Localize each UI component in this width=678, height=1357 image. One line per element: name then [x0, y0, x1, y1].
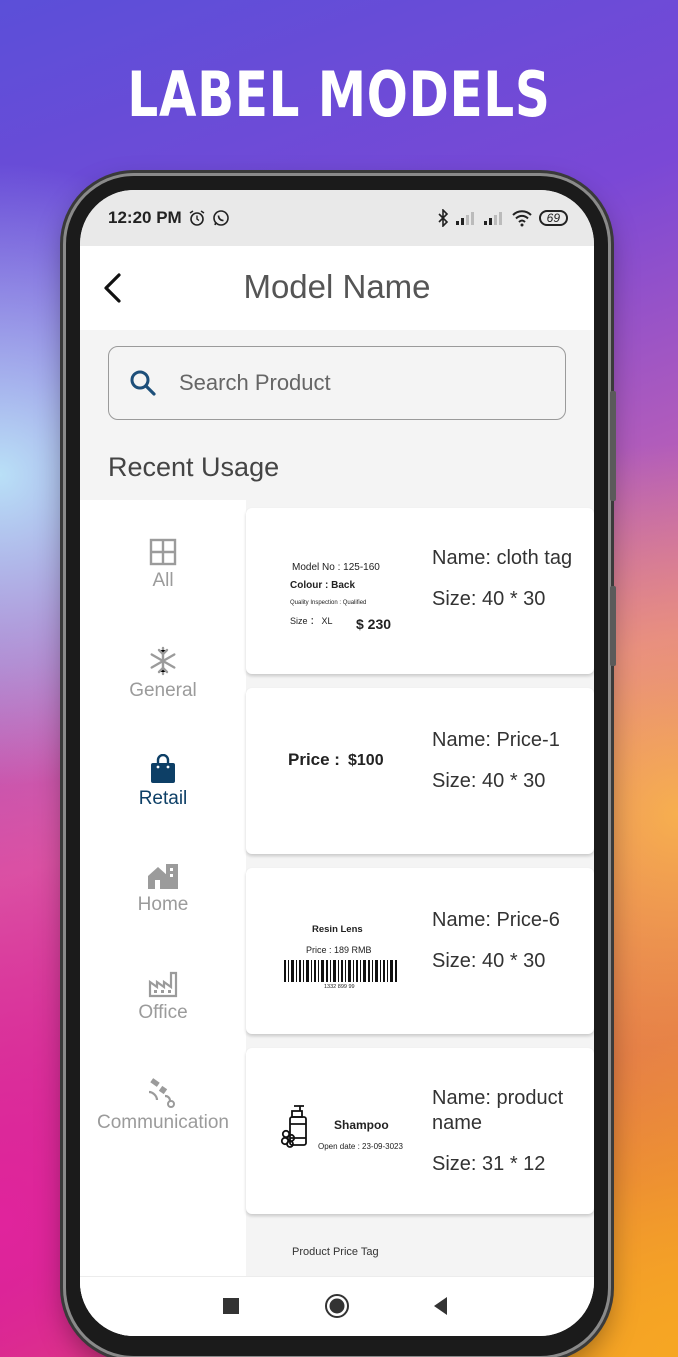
recents-square-icon[interactable] — [216, 1291, 246, 1321]
category-label: Communication — [97, 1112, 229, 1133]
label-preview: Resin Lens Price : 189 RMB 1332 899 99 — [266, 868, 436, 1034]
template-name: Name: Price-6 — [432, 909, 560, 931]
grid-icon — [149, 538, 177, 566]
page-title: Model Name — [243, 268, 431, 305]
power-button — [610, 586, 616, 666]
preview-price-label: Price : — [288, 750, 340, 769]
search-placeholder: Search Product — [179, 370, 331, 395]
signal-icon — [455, 212, 474, 225]
app-bar: Model Name — [80, 246, 594, 330]
template-size: Size: 40 * 30 — [432, 770, 546, 792]
bluetooth-icon — [438, 209, 448, 227]
category-office[interactable]: Office — [80, 970, 246, 1024]
status-bar: 12:20 PM 69 — [80, 190, 594, 246]
category-general[interactable]: General — [80, 646, 246, 702]
shopping-bag-icon — [151, 754, 175, 783]
back-triangle-icon[interactable] — [426, 1291, 456, 1321]
satellite-icon — [148, 1078, 175, 1108]
home-icon — [148, 864, 178, 889]
category-communication[interactable]: Communication — [80, 1078, 246, 1134]
category-label: Home — [137, 894, 189, 915]
recent-usage-title: Recent Usage — [108, 452, 280, 482]
home-circle-icon[interactable] — [322, 1291, 352, 1321]
signal-icon-2 — [483, 212, 502, 225]
template-name: Name: product name — [432, 1087, 564, 1134]
barcode-icon — [284, 960, 397, 982]
search-icon — [130, 370, 156, 396]
preview-price: Price : 189 RMB — [306, 945, 372, 955]
system-nav-bar — [80, 1276, 594, 1336]
preview-barcode-number: 1332 899 99 — [324, 984, 355, 990]
category-label: Office — [138, 1002, 188, 1023]
alarm-icon — [189, 210, 205, 226]
snowflake-icon — [150, 646, 176, 676]
factory-icon — [148, 971, 178, 998]
template-card-price-6[interactable]: Resin Lens Price : 189 RMB 1332 899 99 N… — [246, 868, 594, 1034]
wifi-icon — [511, 210, 532, 227]
label-preview: Price : $100 — [266, 688, 436, 854]
volume-button — [610, 391, 616, 501]
whatsapp-icon — [212, 210, 229, 226]
phone-frame: 12:20 PM 69 Model Name Search Product Re… — [66, 176, 616, 1356]
preview-model-no: Model No : 125-160 — [292, 562, 380, 573]
search-input[interactable]: Search Product — [108, 346, 566, 420]
category-sidebar: All General Retail Home Office Communica… — [80, 500, 246, 1336]
template-size: Size: 40 * 30 — [432, 588, 546, 610]
category-all[interactable]: All — [80, 538, 246, 592]
battery-indicator: 69 — [538, 210, 568, 226]
status-time: 12:20 PM — [108, 208, 182, 227]
preview-quality: Quality Inspection : Qualified — [290, 600, 367, 606]
template-card-product-name[interactable]: Shampoo Open date : 23-09-3023 Name: pro… — [246, 1048, 594, 1214]
label-preview: Shampoo Open date : 23-09-3023 — [266, 1048, 436, 1214]
partial-card-title: Product Price Tag — [292, 1246, 379, 1258]
template-size: Size: 40 * 30 — [432, 950, 546, 972]
category-retail[interactable]: Retail — [80, 754, 246, 810]
preview-title: Shampoo — [334, 1118, 389, 1132]
headline: LABEL MODELS — [127, 58, 551, 131]
category-label: All — [152, 570, 174, 591]
label-preview: Model No : 125-160 Colour : Back Quality… — [266, 508, 436, 674]
template-card-price-1[interactable]: Price : $100 Name: Price-1 Size: 40 * 30 — [246, 688, 594, 854]
category-label: General — [129, 680, 197, 701]
preview-title: Resin Lens — [312, 924, 363, 935]
category-label: Retail — [138, 788, 188, 809]
template-size: Size: 31 * 12 — [432, 1153, 546, 1175]
template-name: Name: Price-1 — [432, 729, 560, 751]
screen: 12:20 PM 69 Model Name Search Product Re… — [80, 190, 594, 1336]
template-name: Name: cloth tag — [432, 547, 573, 569]
preview-price: $ 230 — [356, 616, 392, 632]
preview-open-date: Open date : 23-09-3023 — [318, 1142, 403, 1151]
category-home[interactable]: Home — [80, 862, 246, 916]
shampoo-bottle-icon — [280, 1105, 307, 1148]
preview-price-value: $100 — [348, 752, 384, 769]
preview-size: Size ： XL — [290, 616, 333, 626]
preview-colour: Colour : Back — [290, 580, 356, 591]
template-card-cloth-tag[interactable]: Model No : 125-160 Colour : Back Quality… — [246, 508, 594, 674]
